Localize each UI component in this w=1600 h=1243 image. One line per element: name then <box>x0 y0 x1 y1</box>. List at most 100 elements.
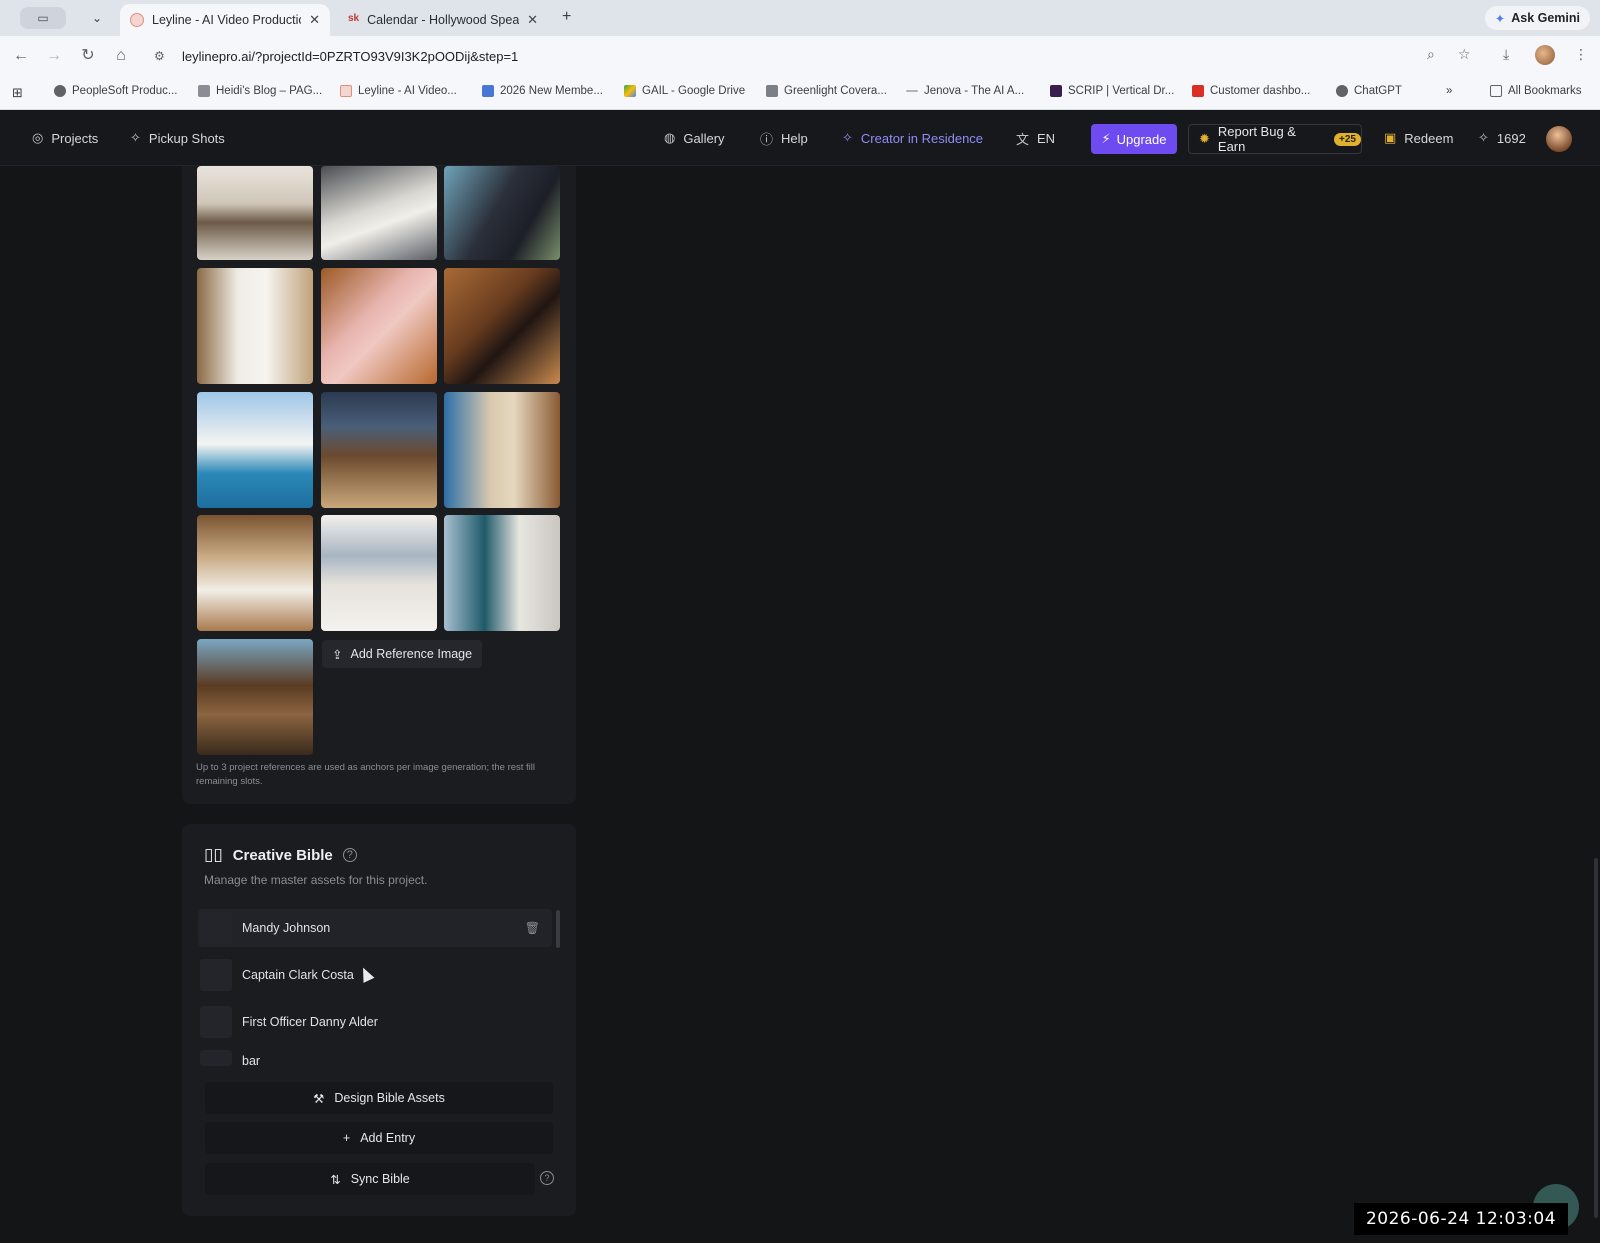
download-icon[interactable]: ⤓ <box>1503 46 1509 63</box>
bookmark-label: Jenova - The AI A... <box>924 85 1025 97</box>
bible-entry[interactable]: Captain Clark Costa <box>198 956 552 994</box>
credits-value: 1692 <box>1496 130 1526 146</box>
bookmark-greenlight[interactable]: Greenlight Covera... <box>766 85 887 97</box>
language-selector[interactable]: 文 EN <box>1016 127 1055 149</box>
bookmark-scrip[interactable]: SCRIP | Vertical Dr... <box>1050 85 1174 97</box>
bible-entry[interactable]: First Officer Danny Alder <box>198 1003 552 1041</box>
browser-toolbar: ← → ↻ ⌂ ⚙ leylinepro.ai/?projectId=0PZRT… <box>0 36 1600 76</box>
reference-image[interactable] <box>197 515 313 631</box>
nav-projects-label: Projects <box>51 130 99 146</box>
reference-image[interactable] <box>444 166 560 260</box>
bookmark-label: Customer dashbo... <box>1210 85 1311 97</box>
tab-calendar[interactable]: sk Calendar - Hollywood Speakers ✕ <box>338 4 548 36</box>
apps-grid-icon[interactable]: ⊞ <box>12 85 23 101</box>
zoom-icon[interactable]: ⌕ <box>1427 46 1435 63</box>
bookmark-new-member[interactable]: 2026 New Membe... <box>482 85 603 97</box>
bookmark-heidis-blog[interactable]: Heidi's Blog – PAG... <box>198 85 322 97</box>
bible-entry[interactable]: bar <box>198 1050 552 1070</box>
reference-image[interactable] <box>197 166 313 260</box>
jenova-icon <box>906 90 918 92</box>
nav-pickup-shots[interactable]: ✧ Pickup Shots <box>130 127 225 149</box>
menu-kebab-icon[interactable]: ⋮ <box>1574 46 1588 63</box>
reference-image[interactable] <box>444 392 560 508</box>
design-bible-assets-button[interactable]: ⚒ Design Bible Assets <box>205 1082 553 1114</box>
nav-help-label: Help <box>781 130 808 146</box>
browser-tab-strip: ▭ ⌄ Leyline - AI Video Production ✕ sk C… <box>0 0 1600 36</box>
help-icon[interactable]: ? <box>342 848 357 862</box>
home-icon[interactable]: ⌂ <box>111 46 131 66</box>
bookmark-peoplesoft[interactable]: PeopleSoft Produc... <box>54 85 177 97</box>
more-bookmarks-icon[interactable]: » <box>1446 85 1452 97</box>
bookmark-label: Leyline - AI Video... <box>358 85 457 97</box>
bookmark-label: 2026 New Membe... <box>500 85 603 97</box>
redeem-button[interactable]: ▣ Redeem <box>1384 127 1453 149</box>
tab-list-chevron-icon[interactable]: ⌄ <box>86 8 108 28</box>
drive-icon <box>624 85 636 97</box>
reference-image[interactable] <box>197 639 313 755</box>
bookmark-chatgpt[interactable]: ChatGPT <box>1336 85 1402 97</box>
sparkle-icon: ✧ <box>842 130 853 145</box>
report-bug-button[interactable]: ✹ Report Bug & Earn +25 <box>1188 124 1362 154</box>
entry-thumbnail <box>200 959 232 991</box>
list-scrollbar[interactable] <box>556 910 560 948</box>
sync-bible-button[interactable]: ⇅ Sync Bible <box>205 1163 535 1195</box>
reward-badge: +25 <box>1334 132 1361 146</box>
bookmark-jenova[interactable]: Jenova - The AI A... <box>906 85 1024 97</box>
user-avatar[interactable] <box>1546 126 1572 152</box>
dashboard-icon <box>1192 85 1204 97</box>
reference-image[interactable] <box>197 268 313 384</box>
forward-icon[interactable]: → <box>44 46 64 66</box>
reference-image[interactable] <box>321 166 437 260</box>
nav-gallery[interactable]: ◍ Gallery <box>664 127 725 149</box>
nav-creator-label: Creator in Residence <box>860 130 984 146</box>
scrip-icon <box>1050 85 1062 97</box>
tab-leyline[interactable]: Leyline - AI Video Production ✕ <box>120 4 330 36</box>
site-info-icon[interactable]: ⚙ <box>154 49 170 63</box>
reference-image[interactable] <box>321 268 437 384</box>
reference-image[interactable] <box>321 392 437 508</box>
back-icon[interactable]: ← <box>11 46 31 66</box>
page-scrollbar[interactable] <box>1594 858 1598 1218</box>
reference-image[interactable] <box>197 392 313 508</box>
sparkle-icon: ✧ <box>130 130 141 145</box>
close-tab-icon[interactable]: ✕ <box>527 12 538 28</box>
globe-icon <box>54 85 66 97</box>
address-bar[interactable]: ⚙ leylinepro.ai/?projectId=0PZRTO93V9I3K… <box>148 41 1480 71</box>
reference-note: Up to 3 project references are used as a… <box>196 762 536 787</box>
nav-help[interactable]: ⓘ Help <box>760 127 808 149</box>
url-text: leylinepro.ai/?projectId=0PZRTO93V9I3K2p… <box>182 48 519 64</box>
bolt-icon: ⚡ <box>1101 131 1111 146</box>
all-bookmarks[interactable]: All Bookmarks <box>1490 85 1582 97</box>
ask-gemini-button[interactable]: ✦ Ask Gemini <box>1484 6 1590 30</box>
globe-icon: ◍ <box>664 130 676 145</box>
doc-icon <box>482 85 494 97</box>
tab-search-icon[interactable]: ▭ <box>20 7 66 29</box>
reference-image[interactable] <box>444 268 560 384</box>
bookmark-label: ChatGPT <box>1354 85 1402 97</box>
all-bookmarks-label: All Bookmarks <box>1508 85 1582 97</box>
magic-wand-icon: ⚒ <box>313 1091 325 1106</box>
entry-label: Captain Clark Costa <box>242 968 354 982</box>
greenlight-icon <box>766 85 778 97</box>
reference-image[interactable] <box>444 515 560 631</box>
bookmark-customer-dashboard[interactable]: Customer dashbo... <box>1192 85 1310 97</box>
upgrade-button[interactable]: ⚡ Upgrade <box>1091 124 1177 154</box>
add-entry-button[interactable]: + Add Entry <box>205 1122 553 1154</box>
nav-creator-in-residence[interactable]: ✧ Creator in Residence <box>842 127 983 149</box>
reference-image[interactable] <box>321 515 437 631</box>
sparkle-icon: ✧ <box>1478 130 1489 145</box>
bible-entry[interactable]: Mandy Johnson 🗑 <box>198 909 552 947</box>
sync-help-icon[interactable]: ? <box>540 1171 554 1185</box>
profile-avatar[interactable] <box>1535 45 1555 65</box>
bookmark-star-icon[interactable]: ☆ <box>1458 46 1471 63</box>
new-tab-icon[interactable]: + <box>562 8 571 26</box>
add-reference-image-button[interactable]: ⇪ Add Reference Image <box>322 640 483 668</box>
nav-projects[interactable]: ◎ Projects <box>32 127 98 149</box>
bookmark-leyline[interactable]: Leyline - AI Video... <box>340 85 457 97</box>
credits-counter[interactable]: ✧ 1692 <box>1478 127 1526 149</box>
trash-icon[interactable]: 🗑 <box>525 921 540 935</box>
bug-icon: ✹ <box>1199 131 1210 146</box>
close-tab-icon[interactable]: ✕ <box>309 12 320 28</box>
bookmark-gail-drive[interactable]: GAIL - Google Drive <box>624 85 745 97</box>
reload-icon[interactable]: ↻ <box>78 46 98 66</box>
